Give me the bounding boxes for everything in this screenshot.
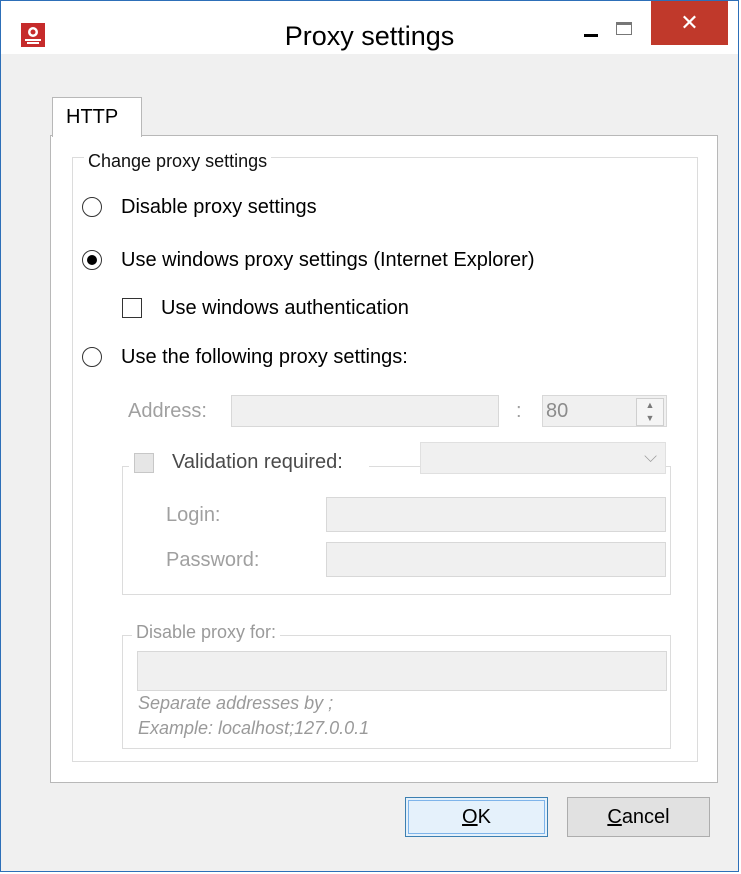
bypass-legend: Disable proxy for: <box>132 622 281 643</box>
validation-checkbox[interactable] <box>134 453 154 473</box>
title-bar[interactable]: Proxy settings ✕ <box>1 1 738 54</box>
password-input[interactable] <box>326 542 666 577</box>
address-label: Address: <box>128 400 207 422</box>
bypass-hint-separator: Separate addresses by ; <box>138 693 334 713</box>
disable-proxy-label[interactable]: Disable proxy settings <box>121 196 317 219</box>
password-label: Password: <box>166 549 260 571</box>
cancel-label-rest: ancel <box>621 806 670 828</box>
bypass-input[interactable] <box>137 651 667 691</box>
ok-button[interactable]: OK <box>405 797 548 837</box>
spin-up-icon[interactable]: ▲ <box>637 399 663 411</box>
spin-down-icon[interactable]: ▼ <box>637 412 663 424</box>
change-proxy-legend: Change proxy settings <box>84 151 272 172</box>
windows-proxy-label[interactable]: Use windows proxy settings (Internet Exp… <box>121 249 535 272</box>
disable-proxy-radio[interactable] <box>82 197 102 217</box>
http-tab-panel: Change proxy settings Disable proxy sett… <box>50 135 718 783</box>
login-input[interactable] <box>326 497 666 532</box>
windows-auth-label[interactable]: Use windows authentication <box>161 297 409 320</box>
port-spinner[interactable]: ▲ ▼ <box>636 398 664 426</box>
chevron-down-icon: ⌵ <box>644 447 657 466</box>
close-button[interactable]: ✕ <box>651 1 728 45</box>
validation-label: Validation required: <box>172 451 343 473</box>
port-stepper[interactable]: 80 ▲ ▼ <box>542 395 667 427</box>
address-port-separator: : <box>516 400 522 422</box>
bypass-hint-example: Example: localhost;127.0.0.1 <box>138 718 370 738</box>
login-label: Login: <box>166 504 221 526</box>
minimize-button[interactable] <box>571 11 615 47</box>
manual-proxy-label[interactable]: Use the following proxy settings: <box>121 346 408 369</box>
address-input[interactable] <box>231 395 499 427</box>
ok-label-rest: K <box>477 806 491 828</box>
proxy-settings-window: Proxy settings ✕ HTTP Change proxy setti… <box>0 0 739 872</box>
windows-auth-checkbox[interactable] <box>122 298 142 318</box>
maximize-button[interactable] <box>613 11 643 47</box>
cancel-button[interactable]: Cancel <box>567 797 710 837</box>
cancel-mnemonic: C <box>607 806 622 828</box>
ok-mnemonic: O <box>462 806 478 828</box>
port-value: 80 <box>546 400 569 422</box>
tab-http[interactable]: HTTP <box>52 97 142 137</box>
manual-proxy-radio[interactable] <box>82 347 102 367</box>
close-icon: ✕ <box>680 10 699 35</box>
validation-dropdown[interactable]: ⌵ <box>420 442 666 474</box>
windows-proxy-radio[interactable] <box>82 250 102 270</box>
